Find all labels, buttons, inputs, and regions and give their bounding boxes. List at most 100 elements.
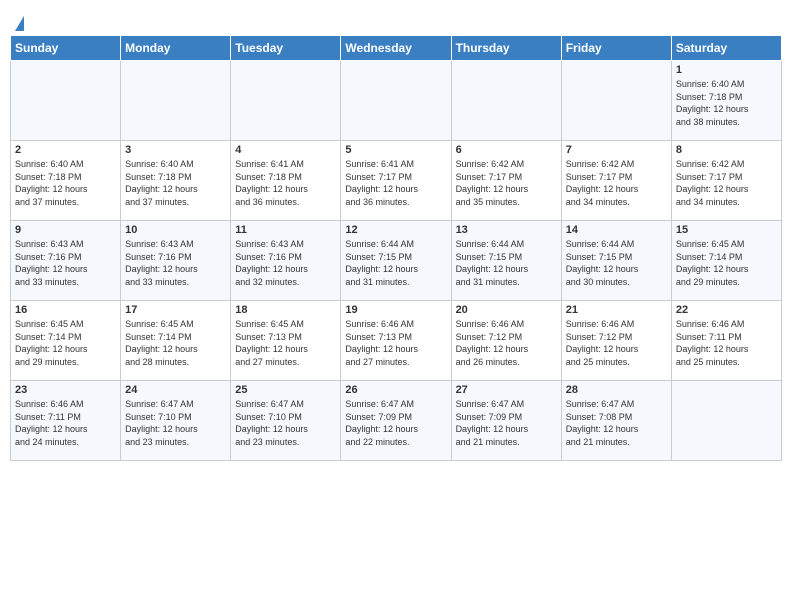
- calendar-cell: [671, 381, 781, 461]
- day-number: 4: [235, 144, 336, 156]
- day-number: 26: [345, 384, 446, 396]
- cell-sun-info: Sunrise: 6:46 AM Sunset: 7:11 PM Dayligh…: [15, 398, 116, 448]
- cell-sun-info: Sunrise: 6:40 AM Sunset: 7:18 PM Dayligh…: [676, 78, 777, 128]
- calendar-cell: [121, 61, 231, 141]
- day-number: 15: [676, 224, 777, 236]
- day-number: 14: [566, 224, 667, 236]
- cell-sun-info: Sunrise: 6:46 AM Sunset: 7:11 PM Dayligh…: [676, 318, 777, 368]
- cell-sun-info: Sunrise: 6:44 AM Sunset: 7:15 PM Dayligh…: [345, 238, 446, 288]
- cell-sun-info: Sunrise: 6:46 AM Sunset: 7:12 PM Dayligh…: [456, 318, 557, 368]
- calendar-cell: 12Sunrise: 6:44 AM Sunset: 7:15 PM Dayli…: [341, 221, 451, 301]
- day-number: 18: [235, 304, 336, 316]
- day-header-tuesday: Tuesday: [231, 36, 341, 61]
- calendar-week-row: 23 Sunrise: 6:46 AM Sunset: 7:11 PM Dayli…: [11, 381, 782, 461]
- calendar-table: SundayMondayTuesdayWednesdayThursdayFrid…: [10, 35, 782, 461]
- calendar-week-row: 2 Sunrise: 6:40 AM Sunset: 7:18 PM Daylig…: [11, 141, 782, 221]
- day-number: 1: [676, 64, 777, 76]
- cell-sun-info: Sunrise: 6:47 AM Sunset: 7:09 PM Dayligh…: [345, 398, 446, 448]
- calendar-cell: 5 Sunrise: 6:41 AM Sunset: 7:17 PM Daylig…: [341, 141, 451, 221]
- calendar-cell: 18 Sunrise: 6:45 AM Sunset: 7:13 PM Dayli…: [231, 301, 341, 381]
- day-number: 5: [345, 144, 446, 156]
- calendar-week-row: 16 Sunrise: 6:45 AM Sunset: 7:14 PM Dayli…: [11, 301, 782, 381]
- day-number: 11: [235, 224, 336, 236]
- calendar-cell: 25Sunrise: 6:47 AM Sunset: 7:10 PM Dayli…: [231, 381, 341, 461]
- day-header-sunday: Sunday: [11, 36, 121, 61]
- cell-sun-info: Sunrise: 6:46 AM Sunset: 7:13 PM Dayligh…: [345, 318, 446, 368]
- day-number: 8: [676, 144, 777, 156]
- calendar-cell: 3Sunrise: 6:40 AM Sunset: 7:18 PM Daylig…: [121, 141, 231, 221]
- cell-sun-info: Sunrise: 6:43 AM Sunset: 7:16 PM Dayligh…: [235, 238, 336, 288]
- calendar-week-row: 9 Sunrise: 6:43 AM Sunset: 7:16 PM Daylig…: [11, 221, 782, 301]
- day-header-wednesday: Wednesday: [341, 36, 451, 61]
- day-number: 22: [676, 304, 777, 316]
- logo-triangle-icon: [15, 16, 24, 31]
- calendar-week-row: 1 Sunrise: 6:40 AM Sunset: 7:18 PM Daylig…: [11, 61, 782, 141]
- cell-sun-info: Sunrise: 6:43 AM Sunset: 7:16 PM Dayligh…: [15, 238, 116, 288]
- cell-sun-info: Sunrise: 6:42 AM Sunset: 7:17 PM Dayligh…: [676, 158, 777, 208]
- cell-sun-info: Sunrise: 6:45 AM Sunset: 7:13 PM Dayligh…: [235, 318, 336, 368]
- cell-sun-info: Sunrise: 6:45 AM Sunset: 7:14 PM Dayligh…: [15, 318, 116, 368]
- calendar-cell: 26 Sunrise: 6:47 AM Sunset: 7:09 PM Dayli…: [341, 381, 451, 461]
- cell-sun-info: Sunrise: 6:40 AM Sunset: 7:18 PM Dayligh…: [15, 158, 116, 208]
- calendar-cell: 24 Sunrise: 6:47 AM Sunset: 7:10 PM Dayli…: [121, 381, 231, 461]
- day-number: 24: [125, 384, 226, 396]
- day-header-monday: Monday: [121, 36, 231, 61]
- day-number: 2: [15, 144, 116, 156]
- day-number: 9: [15, 224, 116, 236]
- logo: [14, 16, 24, 31]
- day-number: 19: [345, 304, 446, 316]
- calendar-cell: 9 Sunrise: 6:43 AM Sunset: 7:16 PM Daylig…: [11, 221, 121, 301]
- cell-sun-info: Sunrise: 6:43 AM Sunset: 7:16 PM Dayligh…: [125, 238, 226, 288]
- cell-sun-info: Sunrise: 6:46 AM Sunset: 7:12 PM Dayligh…: [566, 318, 667, 368]
- cell-sun-info: Sunrise: 6:40 AM Sunset: 7:18 PM Dayligh…: [125, 158, 226, 208]
- calendar-cell: 1 Sunrise: 6:40 AM Sunset: 7:18 PM Daylig…: [671, 61, 781, 141]
- cell-sun-info: Sunrise: 6:45 AM Sunset: 7:14 PM Dayligh…: [676, 238, 777, 288]
- cell-sun-info: Sunrise: 6:41 AM Sunset: 7:17 PM Dayligh…: [345, 158, 446, 208]
- cell-sun-info: Sunrise: 6:47 AM Sunset: 7:10 PM Dayligh…: [125, 398, 226, 448]
- day-number: 21: [566, 304, 667, 316]
- page-header: [10, 10, 782, 31]
- calendar-cell: 11 Sunrise: 6:43 AM Sunset: 7:16 PM Dayli…: [231, 221, 341, 301]
- calendar-cell: 14 Sunrise: 6:44 AM Sunset: 7:15 PM Dayli…: [561, 221, 671, 301]
- cell-sun-info: Sunrise: 6:44 AM Sunset: 7:15 PM Dayligh…: [456, 238, 557, 288]
- calendar-cell: 19 Sunrise: 6:46 AM Sunset: 7:13 PM Dayli…: [341, 301, 451, 381]
- day-number: 17: [125, 304, 226, 316]
- cell-sun-info: Sunrise: 6:47 AM Sunset: 7:08 PM Dayligh…: [566, 398, 667, 448]
- calendar-cell: [341, 61, 451, 141]
- calendar-cell: 6 Sunrise: 6:42 AM Sunset: 7:17 PM Daylig…: [451, 141, 561, 221]
- calendar-cell: 13 Sunrise: 6:44 AM Sunset: 7:15 PM Dayli…: [451, 221, 561, 301]
- day-number: 6: [456, 144, 557, 156]
- calendar-cell: 23 Sunrise: 6:46 AM Sunset: 7:11 PM Dayli…: [11, 381, 121, 461]
- day-number: 27: [456, 384, 557, 396]
- calendar-cell: 22 Sunrise: 6:46 AM Sunset: 7:11 PM Dayli…: [671, 301, 781, 381]
- cell-sun-info: Sunrise: 6:42 AM Sunset: 7:17 PM Dayligh…: [456, 158, 557, 208]
- calendar-cell: 15 Sunrise: 6:45 AM Sunset: 7:14 PM Dayli…: [671, 221, 781, 301]
- cell-sun-info: Sunrise: 6:47 AM Sunset: 7:09 PM Dayligh…: [456, 398, 557, 448]
- cell-sun-info: Sunrise: 6:44 AM Sunset: 7:15 PM Dayligh…: [566, 238, 667, 288]
- calendar-cell: 17 Sunrise: 6:45 AM Sunset: 7:14 PM Dayli…: [121, 301, 231, 381]
- calendar-cell: [11, 61, 121, 141]
- calendar-cell: 21 Sunrise: 6:46 AM Sunset: 7:12 PM Dayli…: [561, 301, 671, 381]
- day-number: 7: [566, 144, 667, 156]
- calendar-cell: [561, 61, 671, 141]
- day-number: 25: [235, 384, 336, 396]
- calendar-cell: [231, 61, 341, 141]
- day-number: 10: [125, 224, 226, 236]
- calendar-cell: 16 Sunrise: 6:45 AM Sunset: 7:14 PM Dayli…: [11, 301, 121, 381]
- day-number: 13: [456, 224, 557, 236]
- calendar-header-row: SundayMondayTuesdayWednesdayThursdayFrid…: [11, 36, 782, 61]
- calendar-cell: [451, 61, 561, 141]
- day-header-saturday: Saturday: [671, 36, 781, 61]
- cell-sun-info: Sunrise: 6:45 AM Sunset: 7:14 PM Dayligh…: [125, 318, 226, 368]
- calendar-cell: 10 Sunrise: 6:43 AM Sunset: 7:16 PM Dayli…: [121, 221, 231, 301]
- day-number: 16: [15, 304, 116, 316]
- calendar-cell: 4Sunrise: 6:41 AM Sunset: 7:18 PM Daylig…: [231, 141, 341, 221]
- day-number: 20: [456, 304, 557, 316]
- calendar-cell: 27 Sunrise: 6:47 AM Sunset: 7:09 PM Dayli…: [451, 381, 561, 461]
- calendar-cell: 2 Sunrise: 6:40 AM Sunset: 7:18 PM Daylig…: [11, 141, 121, 221]
- calendar-cell: 7 Sunrise: 6:42 AM Sunset: 7:17 PM Daylig…: [561, 141, 671, 221]
- day-number: 23: [15, 384, 116, 396]
- day-header-thursday: Thursday: [451, 36, 561, 61]
- calendar-cell: 8 Sunrise: 6:42 AM Sunset: 7:17 PM Daylig…: [671, 141, 781, 221]
- cell-sun-info: Sunrise: 6:42 AM Sunset: 7:17 PM Dayligh…: [566, 158, 667, 208]
